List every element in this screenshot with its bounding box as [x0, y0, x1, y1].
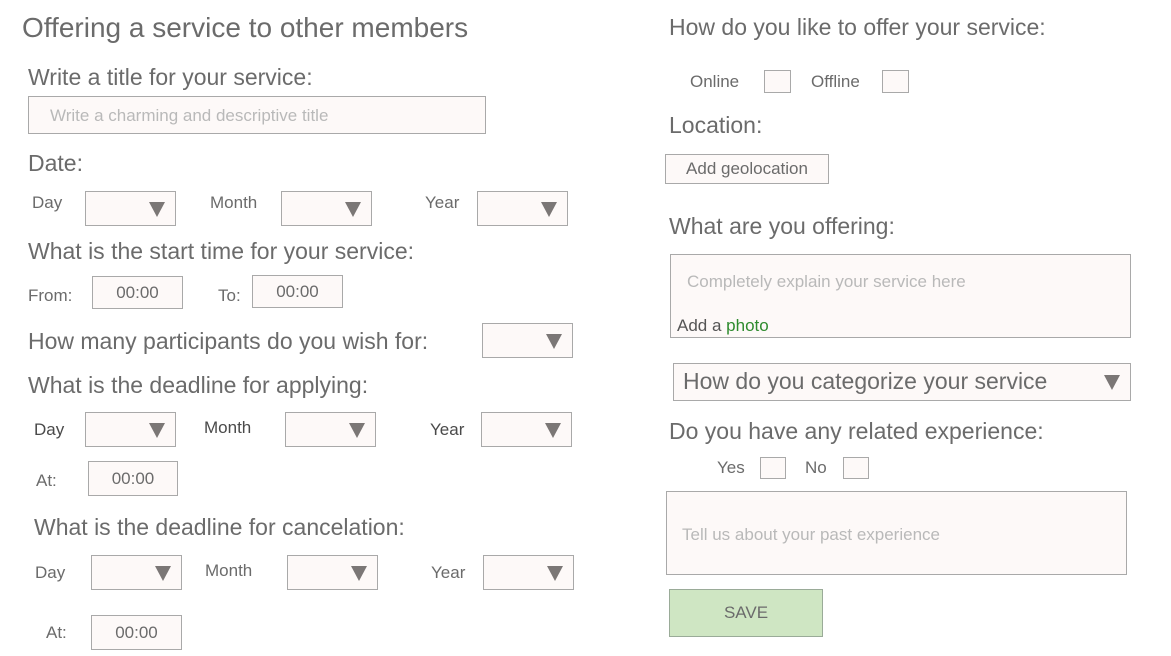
from-time-input[interactable]: 00:00: [92, 276, 183, 309]
to-label: To:: [218, 286, 241, 305]
category-select[interactable]: How do you categorize your service: [673, 363, 1131, 401]
experience-placeholder: Tell us about your past experience: [682, 525, 940, 544]
apply-time-input[interactable]: 00:00: [88, 461, 178, 496]
apply-day-label: Day: [34, 420, 65, 439]
to-time-input[interactable]: 00:00: [252, 275, 343, 308]
cancel-day-label: Day: [35, 563, 66, 582]
cancel-time-input[interactable]: 00:00: [91, 615, 182, 650]
title-placeholder: Write a charming and descriptive title: [50, 106, 329, 125]
online-label: Online: [690, 72, 740, 91]
cancel-month-label: Month: [205, 561, 253, 580]
date-month-label: Month: [210, 193, 258, 212]
offering-textarea[interactable]: Completely explain your service here Add…: [670, 254, 1131, 338]
offer-mode-label: How do you like to offer your service:: [669, 14, 1046, 40]
date-year-label: Year: [425, 193, 460, 212]
category-select-value: How do you categorize your service: [683, 368, 1048, 394]
offering-placeholder: Completely explain your service here: [687, 272, 966, 291]
cancel-deadline-label: What is the deadline for cancelation:: [34, 514, 405, 540]
offline-label: Offline: [811, 72, 860, 91]
date-month-select[interactable]: [281, 191, 372, 226]
title-input[interactable]: Write a charming and descriptive title: [28, 96, 486, 134]
apply-year-select[interactable]: [481, 412, 572, 447]
cancel-month-select[interactable]: [287, 555, 378, 590]
start-time-label: What is the start time for your service:: [28, 238, 415, 264]
from-label: From:: [28, 286, 73, 305]
photo-link[interactable]: photo: [726, 316, 769, 335]
add-a-text: Add a: [677, 316, 722, 335]
yes-label: Yes: [717, 458, 745, 477]
date-day-select[interactable]: [85, 191, 176, 226]
apply-month-select[interactable]: [285, 412, 376, 447]
apply-deadline-label: What is the deadline for applying:: [28, 372, 369, 398]
experience-textarea[interactable]: Tell us about your past experience: [666, 491, 1127, 575]
apply-at-label: At:: [36, 471, 57, 490]
cancel-year-label: Year: [431, 563, 466, 582]
page-title: Offering a service to other members: [22, 12, 469, 43]
apply-month-label: Month: [204, 418, 252, 437]
date-year-select[interactable]: [477, 191, 568, 226]
no-checkbox[interactable]: [843, 457, 869, 479]
apply-day-select[interactable]: [85, 412, 176, 447]
yes-checkbox[interactable]: [760, 457, 786, 479]
participants-label: How many participants do you wish for:: [28, 328, 429, 354]
offering-label: What are you offering:: [669, 213, 895, 239]
online-checkbox[interactable]: [764, 70, 791, 93]
add-photo-text: Add a photo: [677, 316, 769, 336]
date-day-label: Day: [32, 193, 63, 212]
title-label: Write a title for your service:: [28, 64, 313, 90]
date-label: Date:: [28, 150, 83, 176]
cancel-at-label: At:: [46, 623, 67, 642]
cancel-year-select[interactable]: [483, 555, 574, 590]
cancel-day-select[interactable]: [91, 555, 182, 590]
no-label: No: [805, 458, 827, 477]
offline-checkbox[interactable]: [882, 70, 909, 93]
add-geolocation-button[interactable]: Add geolocation: [665, 154, 829, 184]
apply-year-label: Year: [430, 420, 465, 439]
save-button[interactable]: SAVE: [669, 589, 823, 637]
location-label: Location:: [669, 112, 763, 138]
experience-label: Do you have any related experience:: [669, 418, 1044, 444]
participants-select[interactable]: [482, 323, 573, 358]
